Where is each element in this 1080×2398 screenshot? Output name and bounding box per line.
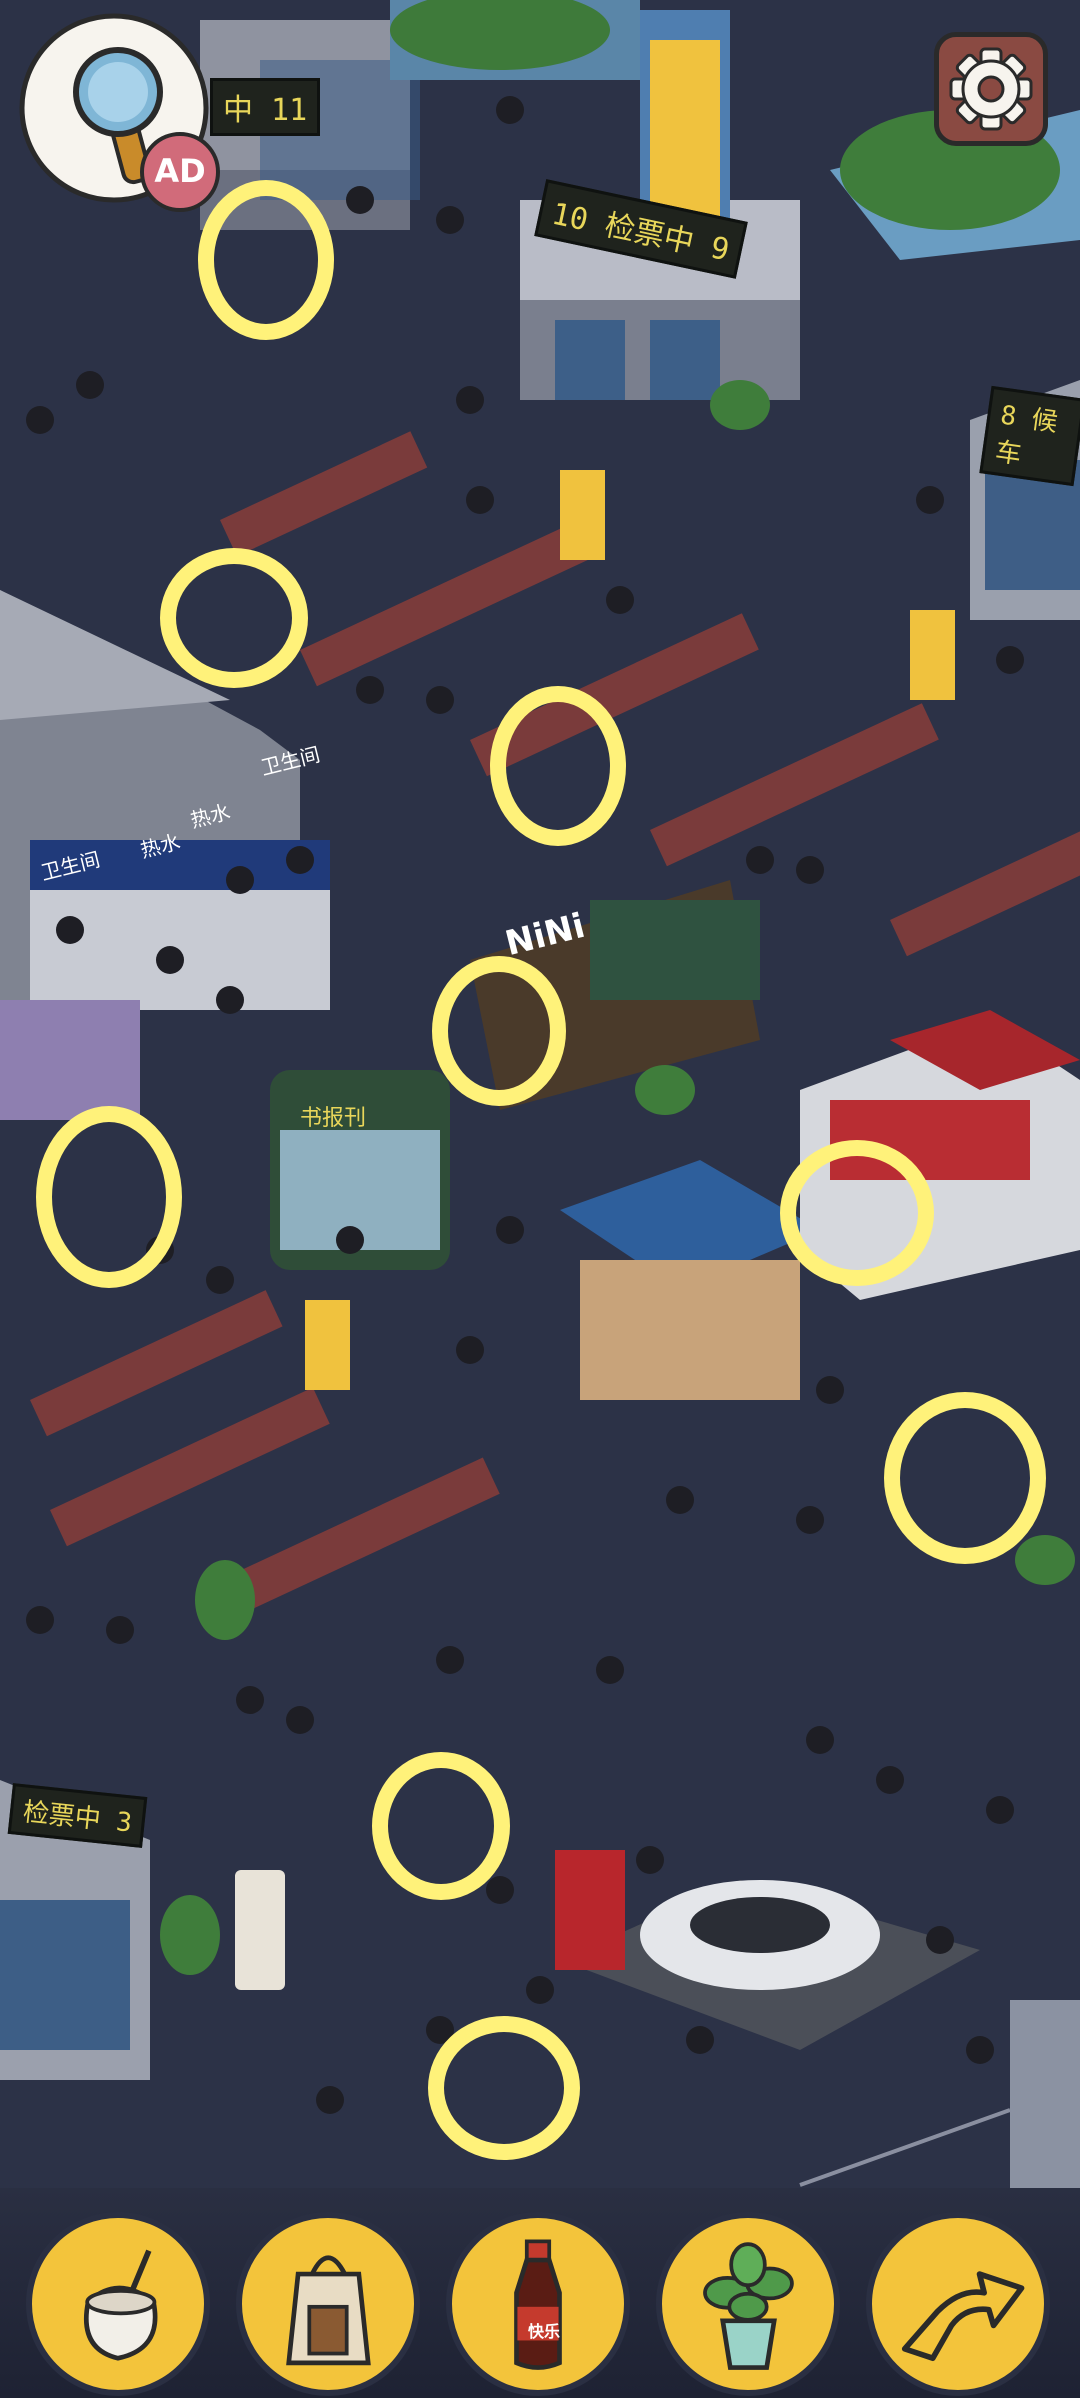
item-slot-coconut-drink[interactable]	[26, 2212, 210, 2396]
gate-11-sign: 中 11	[210, 78, 321, 136]
game-scene[interactable]: 中 11 10 检票中 9 8 候车 检票中 3 卫生间 卫生间 热水 热水 N…	[0, 0, 1080, 2398]
gate-8-sign: 8 候车	[979, 385, 1080, 487]
coconut-drink-icon	[83, 2249, 158, 2361]
ad-badge-label: AD	[154, 152, 206, 190]
ad-badge: AD	[140, 132, 220, 212]
found-marker	[372, 1752, 510, 1900]
found-marker	[432, 956, 566, 1106]
curved-arrow-icon	[901, 2271, 1025, 2362]
hint-ad-button[interactable]: AD	[18, 12, 220, 212]
found-marker	[884, 1392, 1046, 1564]
soda-label: 快乐	[527, 2322, 560, 2341]
settings-button[interactable]	[934, 32, 1048, 146]
item-slot-curved-arrow[interactable]	[866, 2212, 1050, 2396]
found-marker	[490, 686, 626, 846]
found-marker	[36, 1106, 182, 1288]
item-slot-shopping-bag[interactable]	[236, 2212, 420, 2396]
found-marker	[780, 1140, 934, 1286]
soda-bottle-icon	[514, 2239, 562, 2370]
potted-plant-icon	[703, 2242, 794, 2370]
item-slot-soda-bottle[interactable]: 快乐	[446, 2212, 630, 2396]
found-marker	[198, 180, 334, 340]
found-marker	[428, 2016, 580, 2160]
shopping-bag-icon	[286, 2255, 371, 2366]
gear-icon	[949, 47, 1033, 131]
book-kiosk-sign: 书报刊	[300, 1106, 367, 1131]
item-slot-potted-plant[interactable]	[656, 2212, 840, 2396]
found-marker	[160, 548, 308, 688]
